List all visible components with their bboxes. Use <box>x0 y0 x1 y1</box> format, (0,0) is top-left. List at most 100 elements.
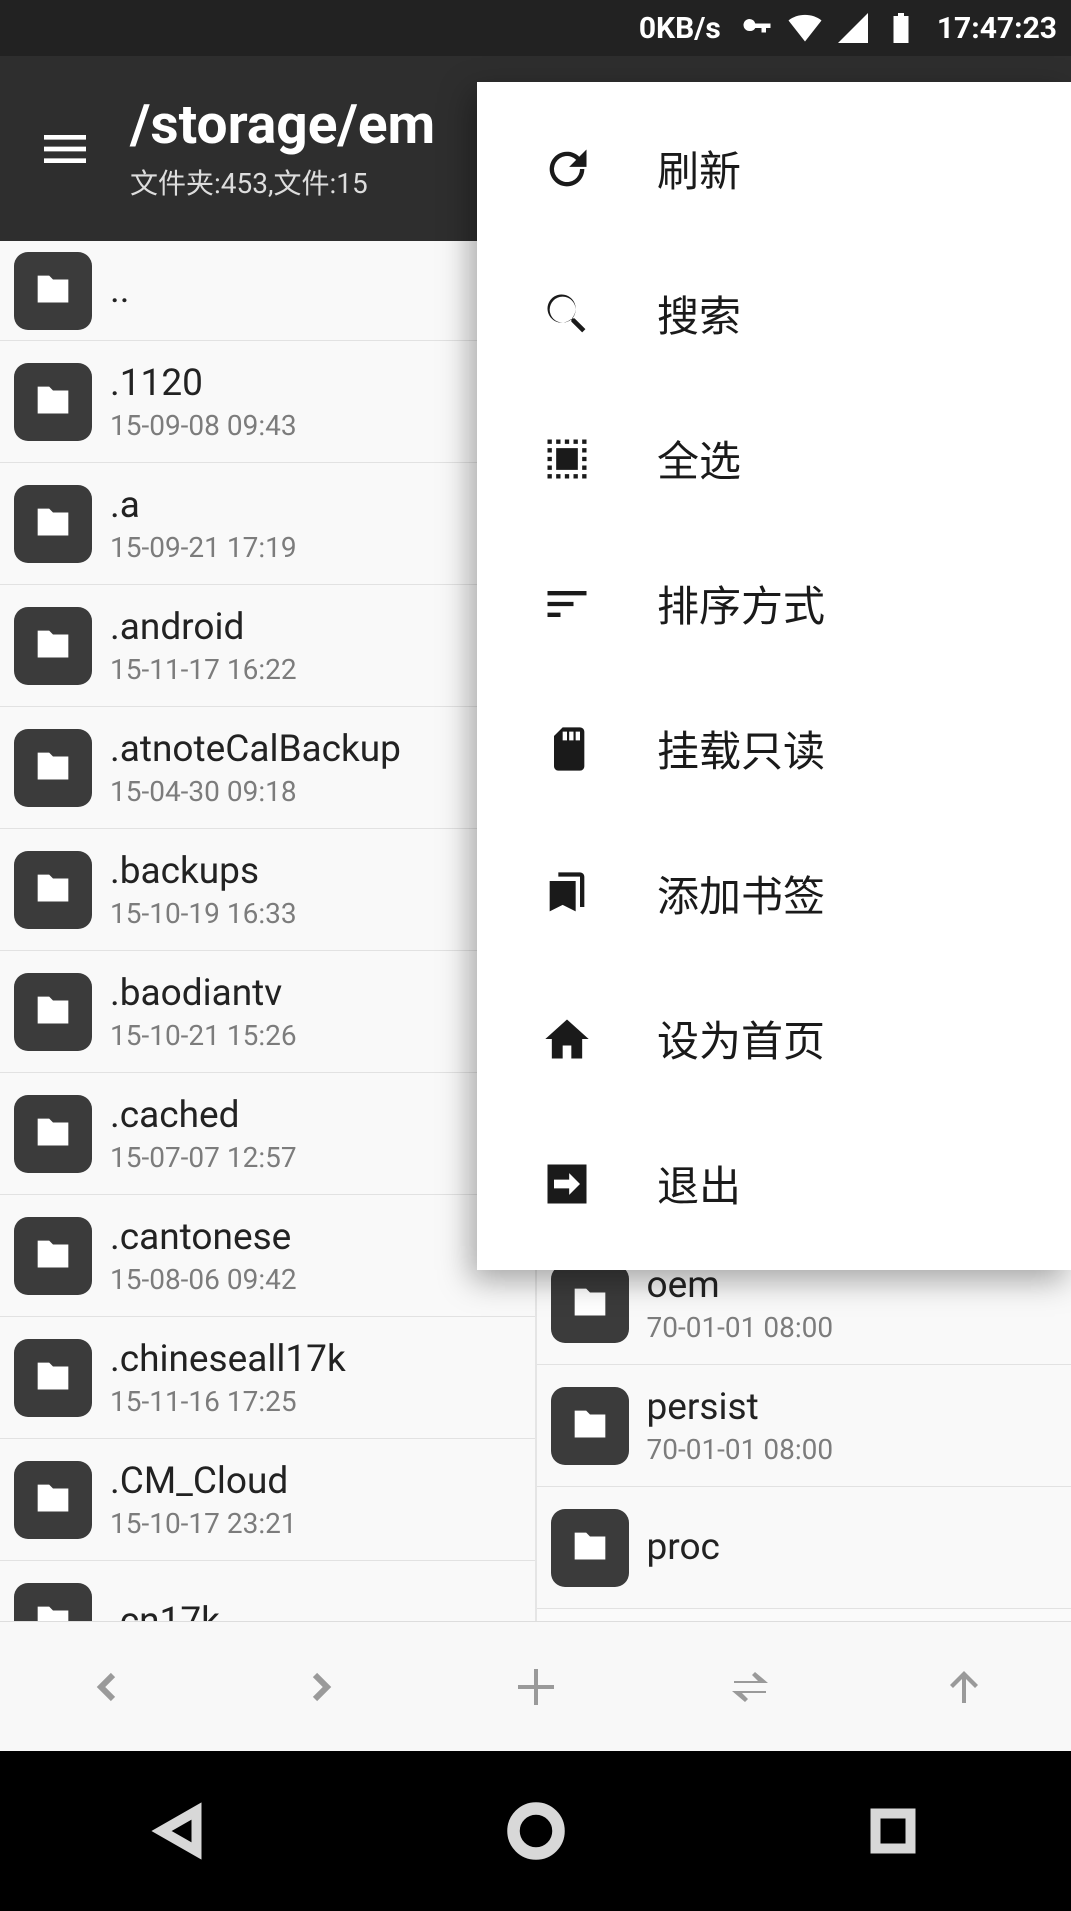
menu-item-label: 全选 <box>657 428 741 489</box>
file-date: 15-09-21 17:19 <box>110 531 297 564</box>
file-name: .a <box>110 484 297 527</box>
swap-button[interactable] <box>643 1622 857 1751</box>
arrow-up-icon <box>940 1663 988 1711</box>
add-button[interactable] <box>428 1622 642 1751</box>
menu-item-label: 挂载只读 <box>657 718 825 779</box>
file-name: .cached <box>110 1094 297 1137</box>
home-icon <box>537 1009 597 1069</box>
nav-back-icon[interactable] <box>149 1801 209 1861</box>
file-row[interactable]: .. <box>0 241 535 341</box>
chevron-right-icon <box>297 1663 345 1711</box>
menu-item-label: 添加书签 <box>657 863 825 924</box>
cell-signal-icon <box>835 10 871 46</box>
file-name: .baodiantv <box>110 972 297 1015</box>
file-row[interactable]: .backups 15-10-19 16:33 <box>0 829 535 951</box>
menu-item-select-all[interactable]: 全选 <box>477 386 1071 531</box>
file-row[interactable]: .chineseall17k 15-11-16 17:25 <box>0 1317 535 1439</box>
file-row[interactable]: .CM_Cloud 15-10-17 23:21 <box>0 1439 535 1561</box>
status-bar: 0KB/s 17:47:23 <box>0 0 1071 56</box>
status-icons <box>739 10 919 46</box>
menu-item-label: 搜索 <box>657 283 741 344</box>
sdcard-icon <box>537 719 597 779</box>
menu-item-exit[interactable]: 退出 <box>477 1111 1071 1256</box>
menu-item-home[interactable]: 设为首页 <box>477 966 1071 1111</box>
status-time: 17:47:23 <box>937 11 1057 46</box>
android-nav-bar <box>0 1751 1071 1911</box>
sort-icon <box>537 574 597 634</box>
file-name: .backups <box>110 850 297 893</box>
path-block[interactable]: /storage/em 文件夹:453,文件:15 <box>130 95 435 202</box>
file-row[interactable]: .cantonese 15-08-06 09:42 <box>0 1195 535 1317</box>
nav-home-icon[interactable] <box>506 1801 566 1861</box>
file-date: 15-07-07 12:57 <box>110 1141 297 1174</box>
file-date: 15-10-21 15:26 <box>110 1019 297 1052</box>
nav-recent-icon[interactable] <box>863 1801 923 1861</box>
folder-icon <box>551 1387 629 1465</box>
folder-icon <box>14 485 92 563</box>
forward-button[interactable] <box>214 1622 428 1751</box>
folder-icon <box>14 1583 92 1622</box>
file-date: 15-08-06 09:42 <box>110 1263 297 1296</box>
folder-icon <box>14 1095 92 1173</box>
menu-item-label: 排序方式 <box>657 573 825 634</box>
file-name: persist <box>647 1386 834 1429</box>
menu-item-bookmark-add[interactable]: 添加书签 <box>477 821 1071 966</box>
menu-item-refresh[interactable]: 刷新 <box>477 96 1071 241</box>
bottom-toolbar <box>0 1621 1071 1751</box>
folder-icon <box>14 973 92 1051</box>
menu-item-sdcard[interactable]: 挂载只读 <box>477 676 1071 821</box>
folder-icon <box>14 607 92 685</box>
net-speed: 0KB/s <box>639 11 721 46</box>
file-row[interactable]: .cached 15-07-07 12:57 <box>0 1073 535 1195</box>
select-all-icon <box>537 429 597 489</box>
folder-icon <box>14 1217 92 1295</box>
back-button[interactable] <box>0 1622 214 1751</box>
file-date: 15-10-19 16:33 <box>110 897 297 930</box>
menu-item-label: 设为首页 <box>657 1008 825 1069</box>
file-name: .. <box>110 269 130 312</box>
file-row[interactable]: .1120 15-09-08 09:43 <box>0 341 535 463</box>
file-name: .1120 <box>110 362 297 405</box>
chevron-left-icon <box>83 1663 131 1711</box>
file-row[interactable]: .atnoteCalBackup 15-04-30 09:18 <box>0 707 535 829</box>
file-date: 15-11-16 17:25 <box>110 1385 346 1418</box>
file-date: 15-04-30 09:18 <box>110 775 401 808</box>
wifi-icon <box>787 10 823 46</box>
file-date: 15-10-17 23:21 <box>110 1507 297 1540</box>
menu-item-search[interactable]: 搜索 <box>477 241 1071 386</box>
up-button[interactable] <box>857 1622 1071 1751</box>
menu-item-sort[interactable]: 排序方式 <box>477 531 1071 676</box>
file-date: 15-11-17 16:22 <box>110 653 297 686</box>
file-row[interactable]: .android 15-11-17 16:22 <box>0 585 535 707</box>
folder-icon <box>14 1461 92 1539</box>
left-pane[interactable]: .. .1120 15-09-08 09:43 .a 15-09-21 17:1… <box>0 241 537 1621</box>
menu-button[interactable] <box>0 56 130 241</box>
swap-icon <box>726 1663 774 1711</box>
path-subtitle: 文件夹:453,文件:15 <box>130 162 435 202</box>
folder-icon <box>551 1509 629 1587</box>
folder-icon <box>14 1339 92 1417</box>
file-row[interactable]: .baodiantv 15-10-21 15:26 <box>0 951 535 1073</box>
folder-icon <box>14 729 92 807</box>
file-name: .atnoteCalBackup <box>110 728 401 771</box>
file-name: .android <box>110 606 297 649</box>
path-title: /storage/em <box>130 95 435 156</box>
file-row[interactable]: .a 15-09-21 17:19 <box>0 463 535 585</box>
file-name: .cantonese <box>110 1216 297 1259</box>
battery-icon <box>883 10 919 46</box>
file-name: .CM_Cloud <box>110 1460 297 1503</box>
file-row[interactable]: persist 70-01-01 08:00 <box>537 1365 1071 1487</box>
file-name: .chineseall17k <box>110 1338 346 1381</box>
folder-icon <box>551 1265 629 1343</box>
menu-item-label: 刷新 <box>657 138 741 199</box>
file-name: proc <box>647 1526 720 1569</box>
plus-icon <box>512 1663 560 1711</box>
file-date: 15-09-08 09:43 <box>110 409 297 442</box>
file-row[interactable]: proc <box>537 1487 1071 1609</box>
folder-icon <box>14 363 92 441</box>
folder-icon <box>14 252 92 330</box>
vpn-key-icon <box>739 10 775 46</box>
overflow-menu: 刷新 搜索 全选 排序方式 挂载只读 添加书签 设为首页 退出 <box>477 82 1071 1270</box>
file-row[interactable]: .cn17k <box>0 1561 535 1621</box>
menu-item-label: 退出 <box>657 1153 741 1214</box>
